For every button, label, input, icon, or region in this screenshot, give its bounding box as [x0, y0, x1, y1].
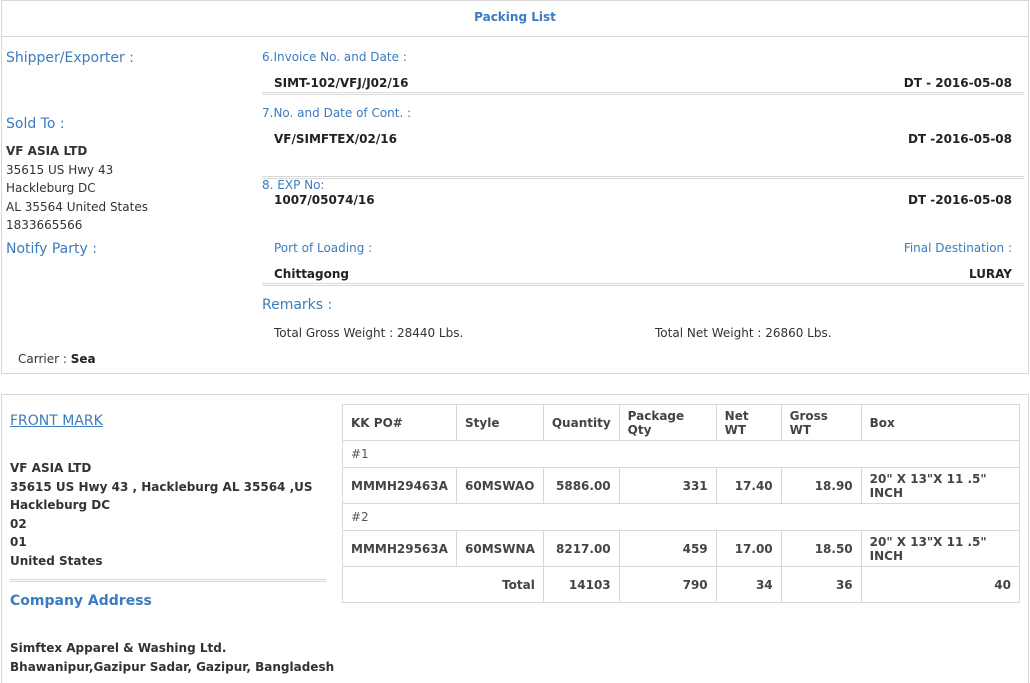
carrier-label: Carrier : [18, 352, 67, 366]
front-mark-line: 02 [10, 516, 27, 531]
header-kk-po: KK PO# [342, 404, 457, 441]
total-box: 40 [860, 566, 1021, 603]
invoice-label: 6.Invoice No. and Date : [262, 50, 407, 64]
header-net-wt: Net WT [715, 404, 782, 441]
group-row: #1 [342, 440, 1020, 468]
divider [262, 92, 1024, 95]
cell-box: 20" X 13"X 11 .5" INCH [860, 467, 1021, 504]
contract-date: DT -2016-05-08 [907, 132, 1012, 146]
group-label: #1 [342, 440, 1020, 468]
group-row: #2 [342, 503, 1020, 531]
company-address: Simftex Apparel & Washing Ltd. Bhawanipu… [10, 639, 334, 676]
items-table: KK PO# Style Quantity Package Qty Net WT… [342, 404, 1021, 603]
final-destination-value: LURAY [968, 267, 1012, 281]
sold-to-line: AL 35564 United States [6, 199, 148, 214]
company-address-label: Company Address [10, 593, 152, 609]
notify-party-label: Notify Party : [6, 241, 97, 257]
cell-kk-po: MMMH29463A [342, 467, 457, 504]
sold-to-line: Hackleburg DC [6, 181, 96, 195]
front-mark-line: 01 [10, 535, 27, 549]
front-mark-lines: VF ASIA LTD 35615 US Hwy 43 , Hackleburg… [10, 459, 313, 570]
cell-net-wt: 17.40 [715, 467, 782, 504]
total-label: Total [342, 566, 544, 603]
front-mark-line: Hackleburg DC [10, 498, 111, 512]
port-of-loading-value: Chittagong [274, 267, 349, 281]
sold-to-address: VF ASIA LTD 35615 US Hwy 43 Hackleburg D… [6, 142, 148, 235]
cell-box: 20" X 13"X 11 .5" INCH [860, 530, 1021, 567]
header-package-qty: Package Qty [618, 404, 717, 441]
table-header-row: KK PO# Style Quantity Package Qty Net WT… [342, 404, 1021, 441]
group-label: #2 [342, 503, 1020, 531]
table-row: MMMH29563A 60MSWNA 8217.00 459 17.00 18.… [342, 530, 1021, 567]
header-box: Box [860, 404, 1021, 441]
page-title: Packing List [2, 1, 1028, 37]
total-quantity: 14103 [542, 566, 620, 603]
cell-package-qty: 331 [618, 467, 717, 504]
header-quantity: Quantity [542, 404, 620, 441]
cell-package-qty: 459 [618, 530, 717, 567]
front-mark-line: United States [10, 553, 103, 568]
total-net-wt: 34 [715, 566, 782, 603]
exp-date: DT -2016-05-08 [907, 193, 1012, 207]
cell-net-wt: 17.00 [715, 530, 782, 567]
company-name: Simftex Apparel & Washing Ltd. [10, 641, 227, 655]
cell-gross-wt: 18.50 [780, 530, 862, 567]
exp-number: 1007/05074/16 [274, 193, 375, 207]
cell-gross-wt: 18.90 [780, 467, 862, 504]
port-of-loading-label: Port of Loading : [274, 241, 373, 255]
cell-quantity: 5886.00 [542, 467, 620, 504]
divider [262, 283, 1024, 286]
header-gross-wt: Gross WT [780, 404, 862, 441]
exp-label: 8. EXP No: [262, 178, 325, 192]
header-panel: Packing List [1, 0, 1029, 374]
remarks-label: Remarks : [262, 297, 333, 313]
carrier-value: Sea [70, 352, 96, 366]
divider [262, 176, 1024, 179]
sold-to-line: 1833665566 [6, 218, 83, 232]
company-address-line: Bhawanipur,Gazipur Sadar, Gazipur, Bangl… [10, 659, 335, 674]
divider [10, 579, 326, 582]
front-mark-line: 35615 US Hwy 43 , Hackleburg AL 35564 ,U… [10, 479, 313, 494]
front-mark-label: FRONT MARK [10, 413, 103, 429]
contract-label: 7.No. and Date of Cont. : [262, 106, 412, 120]
total-net-weight: Total Net Weight : 26860 Lbs. [655, 326, 832, 340]
cell-kk-po: MMMH29563A [342, 530, 457, 567]
table-row: MMMH29463A 60MSWAO 5886.00 331 17.40 18.… [342, 467, 1021, 504]
cell-quantity: 8217.00 [542, 530, 620, 567]
carrier: Carrier : Sea [18, 352, 96, 366]
total-package-qty: 790 [618, 566, 717, 603]
sold-to-label: Sold To : [6, 116, 65, 132]
cell-style: 60MSWAO [456, 467, 544, 504]
final-destination-label: Final Destination : [903, 241, 1012, 255]
invoice-number: SIMT-102/VFJ/J02/16 [274, 76, 409, 90]
front-mark-line: VF ASIA LTD [10, 461, 92, 475]
total-gross-wt: 36 [780, 566, 862, 603]
total-row: Total 14103 790 34 36 40 [342, 566, 1021, 603]
contract-number: VF/SIMFTEX/02/16 [274, 132, 397, 146]
total-gross-weight: Total Gross Weight : 28440 Lbs. [274, 326, 464, 340]
invoice-date: DT - 2016-05-08 [903, 76, 1012, 90]
shipper-label: Shipper/Exporter : [6, 50, 134, 66]
sold-to-name: VF ASIA LTD [6, 144, 88, 158]
header-style: Style [456, 404, 544, 441]
sold-to-line: 35615 US Hwy 43 [6, 162, 114, 177]
cell-style: 60MSWNA [456, 530, 544, 567]
